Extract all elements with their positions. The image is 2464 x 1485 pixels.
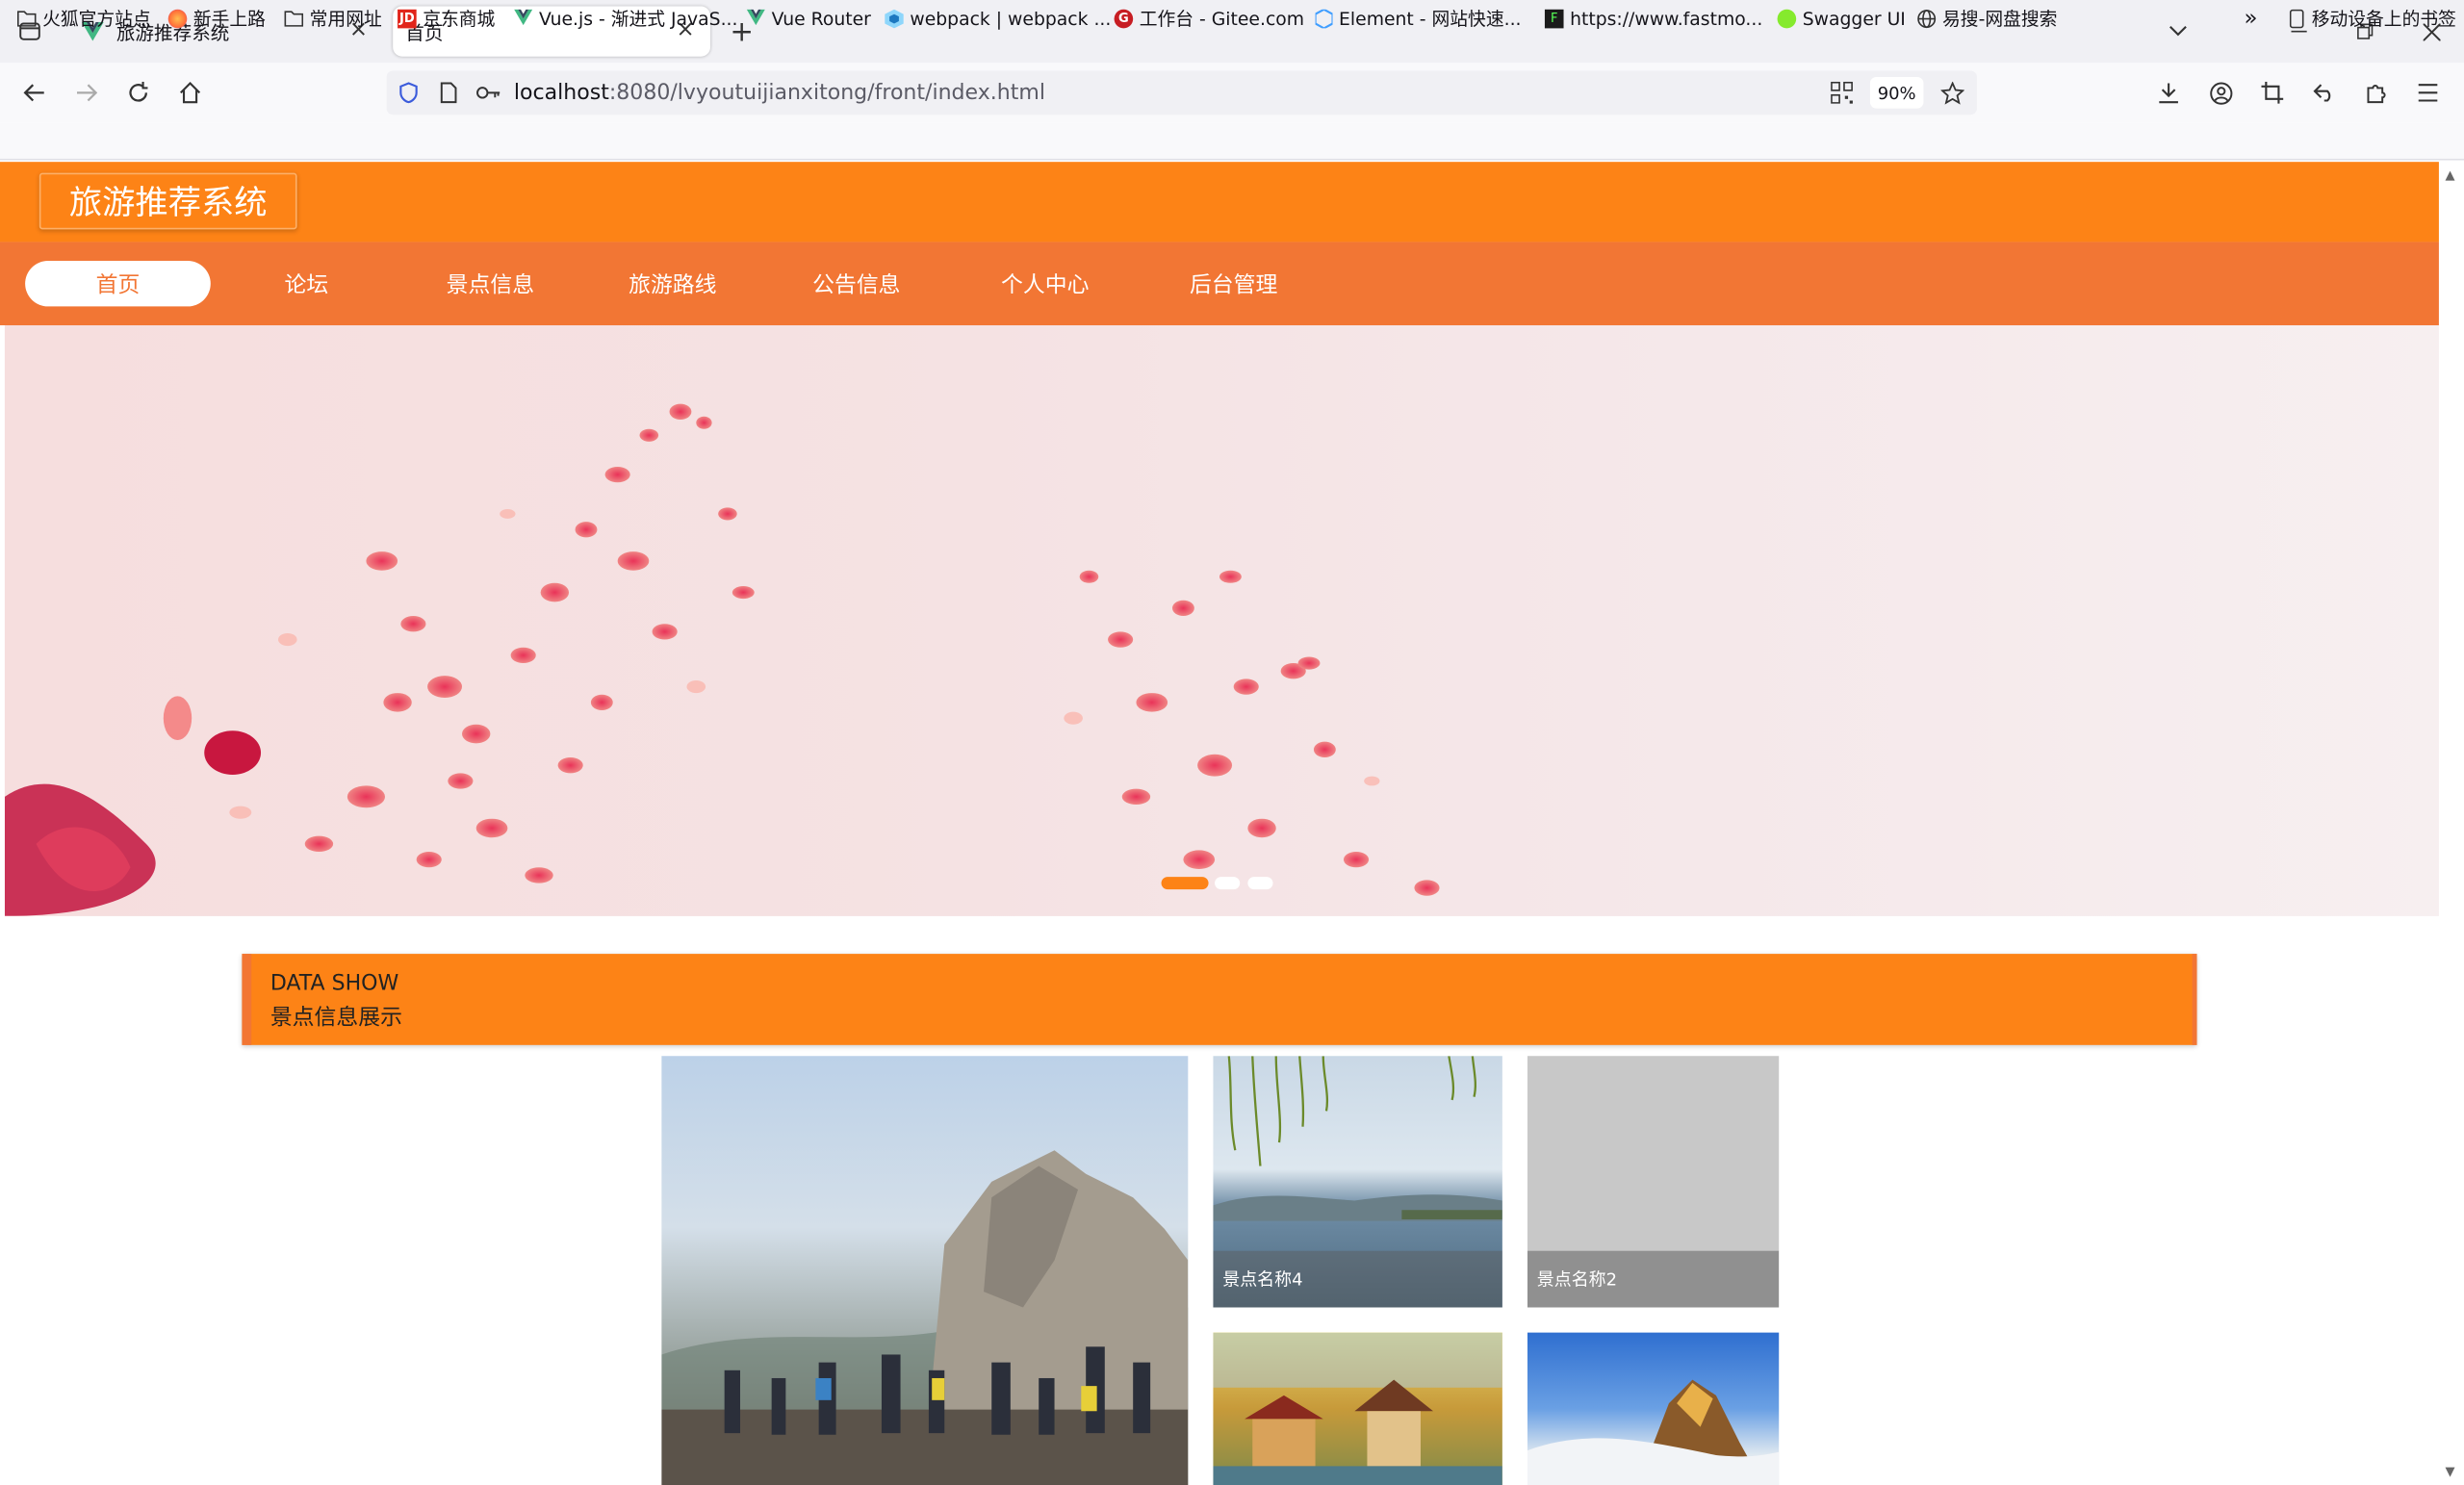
undo-icon[interactable] [2302,70,2347,115]
nav-item-admin[interactable]: 后台管理 [1141,261,1326,306]
bookmark-item[interactable]: 易搜-网盘搜索 [1917,7,2058,32]
qr-code-icon[interactable] [1820,70,1864,115]
bookmark-item[interactable]: webpack | webpack ... [885,7,1111,32]
nav-item-routes[interactable]: 旅游路线 [579,261,765,306]
carousel-dot[interactable] [1215,877,1241,890]
globe-icon [1917,10,1937,29]
page-scrollbar[interactable]: ▲ ▼ [2438,162,2464,1485]
bookmarks-bar [0,122,2464,161]
bookmark-item[interactable]: G 工作台 - Gitee.com [1114,7,1305,32]
webpack-icon [885,9,904,29]
shield-icon[interactable] [387,70,431,115]
folder-icon [16,10,37,29]
mountain-photo [661,1150,1189,1485]
bookmark-label: 易搜-网盘搜索 [1942,8,2058,31]
extensions-icon[interactable] [2354,70,2399,115]
bookmark-item[interactable]: 常用网址 [284,7,382,32]
site-brand[interactable]: 旅游推荐系统 [38,172,297,230]
bookmark-item[interactable]: JD 京东商城 [398,7,495,32]
bookmark-item[interactable]: Swagger UI [1777,7,1906,32]
nav-item-forum[interactable]: 论坛 [214,261,399,306]
bookmark-label: 京东商城 [423,8,496,31]
bookmark-item[interactable]: Vue Router [746,7,871,32]
url-host: localhost [513,80,609,106]
element-icon [1313,8,1333,30]
bookmark-item[interactable]: Vue.js - 渐进式 JavaS... [514,7,738,32]
list-all-tabs-icon[interactable] [2156,10,2200,54]
attraction-card[interactable]: 景点名称4 [1213,1056,1502,1308]
bookmark-label: Swagger UI [1802,8,1906,31]
nav-item-notices[interactable]: 公告信息 [763,261,949,306]
section-title-en: DATA SHOW [270,971,399,997]
back-icon[interactable] [13,70,57,115]
firefox-icon [167,9,188,29]
folder-icon [284,10,304,29]
bookmarks-overflow-button[interactable]: » [2244,7,2257,32]
bookmark-item[interactable]: 新手上路 [167,7,266,32]
url-text[interactable]: localhost:8080/lvyoutuijianxitong/front/… [514,79,1045,107]
section-title-cn: 景点信息展示 [270,1005,402,1032]
page-icon[interactable] [425,70,470,115]
attraction-card[interactable] [1213,1332,1502,1485]
nav-item-attractions[interactable]: 景点信息 [398,261,583,306]
downloads-icon[interactable] [2146,70,2191,115]
scroll-up-icon[interactable]: ▲ [2445,168,2454,183]
bookmark-label: Vue Router [771,8,871,31]
carousel-dot-active[interactable] [1161,877,1209,890]
scroll-down-icon[interactable]: ▼ [2445,1465,2454,1479]
nav-item-home[interactable]: 首页 [25,261,211,307]
reload-icon[interactable] [116,70,161,115]
attraction-caption: 景点名称4 [1213,1250,1502,1308]
bookmark-label: 常用网址 [309,8,382,31]
mobile-icon [2287,9,2306,29]
temple-photo [1213,1332,1502,1485]
vue-logo-icon [514,9,533,29]
bookmark-item[interactable]: Element - 网站快速... [1313,7,1522,32]
bookmark-item[interactable]: 火狐官方站点 [16,7,151,32]
bookmark-label: Element - 网站快速... [1339,8,1522,31]
bookmark-label: https://www.fastmo... [1570,8,1763,31]
petals-image [4,403,1440,916]
screenshot-crop-icon[interactable] [2250,70,2295,115]
attraction-card[interactable] [1527,1332,1780,1485]
bookmark-label: Vue.js - 渐进式 JavaS... [539,8,738,31]
url-path: :8080/lvyoutuijianxitong/front/index.htm… [608,80,1046,106]
sea-of-clouds-photo [1527,1379,1780,1485]
bookmark-star-icon[interactable] [1930,70,1974,115]
carousel-banner[interactable] [4,324,2439,916]
swagger-icon [1777,9,1797,29]
account-icon[interactable] [2198,70,2243,115]
bookmark-label: 新手上路 [192,8,266,31]
site-header [0,162,2439,243]
bookmark-label: 火狐官方站点 [42,8,151,31]
attraction-card-large[interactable] [661,1056,1189,1485]
bookmark-label: webpack | webpack ... [910,8,1112,31]
home-icon[interactable] [168,70,213,115]
forward-icon[interactable] [64,70,109,115]
key-icon[interactable] [467,70,511,115]
section-header: DATA SHOW 景点信息展示 [242,954,2197,1045]
bookmark-item[interactable]: Fhttps://www.fastmo... [1544,7,1763,32]
gitee-icon: G [1114,9,1134,29]
carousel-dot[interactable] [1247,877,1273,890]
fastmock-icon: F [1544,9,1564,29]
menu-icon[interactable] [2406,70,2451,115]
attraction-card[interactable]: 景点名称2 [1527,1056,1780,1308]
mobile-bookmarks[interactable]: 移动设备上的书签 [2287,7,2456,32]
bookmark-label: 工作台 - Gitee.com [1139,8,1305,31]
zoom-level[interactable]: 90% [1869,77,1924,109]
nav-item-profile[interactable]: 个人中心 [952,261,1138,306]
attraction-caption: 景点名称2 [1527,1250,1780,1308]
vue-logo-icon [746,9,766,29]
bookmark-label: 移动设备上的书签 [2311,8,2456,31]
jd-icon: JD [398,9,417,29]
